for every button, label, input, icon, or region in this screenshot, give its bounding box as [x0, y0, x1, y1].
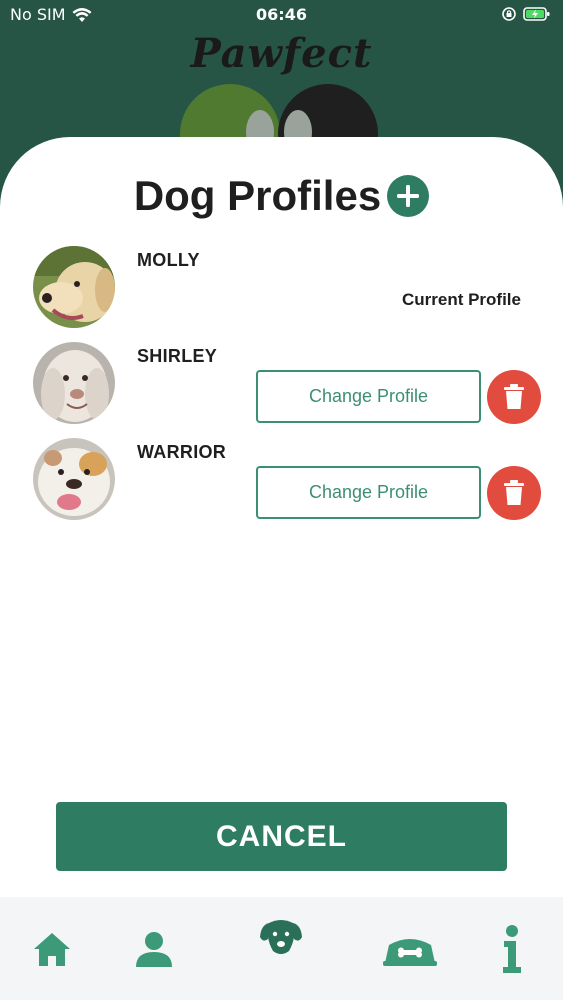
tab-profile[interactable]: [124, 897, 184, 1000]
tab-food[interactable]: [378, 897, 442, 1000]
clock: 06:46: [256, 5, 307, 24]
dog-name: MOLLY: [137, 250, 200, 270]
status-bar: No SIM 06:46: [0, 0, 563, 30]
dog-avatar: [33, 438, 115, 520]
trash-icon: [504, 384, 524, 409]
change-profile-button[interactable]: Change Profile: [256, 466, 481, 519]
dog-photo-labrador-icon: [33, 246, 115, 328]
dog-avatar: [33, 246, 115, 328]
info-icon: [503, 924, 521, 973]
battery-charging-icon: [523, 7, 550, 21]
tab-dogs[interactable]: [250, 885, 312, 988]
bottom-tab-bar: [0, 897, 563, 1000]
dog-list-item: MOLLY Current Profile: [0, 246, 563, 336]
dog-bowl-icon: [383, 938, 437, 966]
cancel-button[interactable]: CANCEL: [56, 802, 507, 871]
dog-list-item: SHIRLEY Change Profile: [0, 342, 563, 432]
change-profile-button[interactable]: Change Profile: [256, 370, 481, 423]
current-profile-label: Current Profile: [401, 290, 521, 309]
plus-icon: [397, 185, 420, 207]
page-title: Dog Profiles: [133, 172, 382, 219]
add-dog-button[interactable]: [387, 175, 430, 217]
dog-name: WARRIOR: [137, 442, 227, 462]
user-icon: [136, 931, 172, 967]
dog-photo-white-fluffy-icon: [33, 342, 115, 424]
title-row: Dog Profiles: [0, 172, 563, 220]
dog-avatar: [33, 342, 115, 424]
dog-photo-bulldog-icon: [33, 438, 115, 520]
tab-info[interactable]: [490, 897, 534, 1000]
rotation-lock-icon: [502, 7, 516, 21]
app-logo: Pawfect: [190, 30, 373, 77]
tab-home[interactable]: [22, 897, 82, 1000]
dog-list-item: WARRIOR Change Profile: [0, 438, 563, 528]
dog-name: SHIRLEY: [137, 346, 218, 366]
delete-dog-button[interactable]: [487, 466, 541, 520]
trash-icon: [504, 480, 524, 505]
home-icon: [34, 932, 70, 966]
dog-head-icon: [260, 919, 302, 954]
delete-dog-button[interactable]: [487, 370, 541, 424]
